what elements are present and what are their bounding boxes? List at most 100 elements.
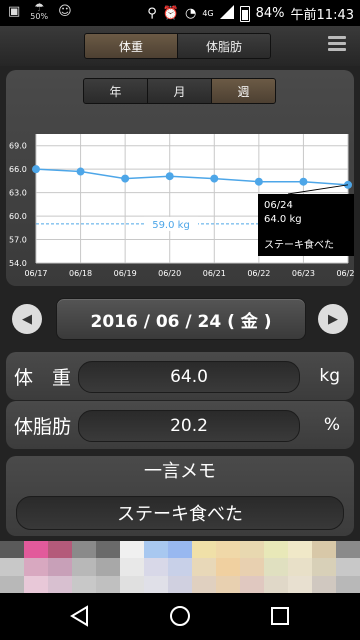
next-date-button[interactable]: ▶ (318, 304, 348, 334)
memo-panel: 一言メモ ステーキ食べた (6, 456, 354, 536)
ad-tile (0, 558, 24, 576)
x-tick-label: 06/18 (69, 269, 92, 278)
x-tick-label: 06/17 (24, 269, 47, 278)
ad-tile (24, 558, 48, 576)
navigation-bar (0, 593, 360, 640)
ad-tile (144, 575, 168, 593)
ad-tile (168, 558, 192, 576)
clock: 午前11:43 (290, 8, 354, 23)
data-point (32, 165, 40, 174)
y-tick-label: 57.0 (9, 236, 27, 245)
data-point (254, 177, 263, 186)
ad-tile (288, 575, 312, 593)
ad-tile (336, 575, 360, 593)
ad-banner[interactable] (0, 541, 360, 593)
data-point (299, 177, 308, 186)
back-triangle-icon[interactable] (67, 603, 93, 629)
android-icon: ☺ (58, 4, 72, 19)
ad-tile (312, 558, 336, 576)
weight-chart[interactable]: 54.0 57.0 60.0 63.0 66.0 69.0 06/17 06/18 06/19 0… (6, 70, 354, 286)
bodyfat-unit: % (323, 415, 340, 435)
bodyfat-label: 体脂肪 (14, 415, 72, 438)
bodyfat-input[interactable]: 20.2 (78, 410, 300, 442)
gallery-icon: ▣ (8, 4, 21, 19)
data-point (76, 167, 85, 176)
ad-tile (48, 575, 72, 593)
weight-row: 体 重 64.0 kg (6, 352, 354, 400)
recents-square-icon[interactable] (267, 603, 293, 629)
hamburger-icon[interactable] (328, 36, 346, 52)
ad-tile (288, 558, 312, 576)
ad-tile (192, 575, 216, 593)
chart-panel: 年 月 週 54.0 57.0 60.0 63.0 66.0 69.0 06/17 06/18… (6, 70, 354, 286)
ad-tile (240, 541, 264, 559)
ad-tile (120, 541, 144, 559)
ad-tile (168, 575, 192, 593)
network-label: 4G (202, 9, 214, 18)
data-point (210, 174, 219, 183)
bodyfat-row: 体脂肪 20.2 % (6, 401, 354, 449)
battery-percent: 84% (255, 6, 285, 21)
ad-tile (96, 575, 120, 593)
ad-tile (0, 541, 24, 559)
ad-tile (24, 575, 48, 593)
status-bar: ▣ ☂ 50% ☺ ⚲ ⏰ ◔ 4G 84% 午前11:43 (0, 0, 360, 26)
memo-title: 一言メモ (144, 461, 216, 482)
ad-tile (168, 541, 192, 559)
ad-tile (264, 541, 288, 559)
ad-tile (240, 575, 264, 593)
ad-tile (0, 575, 24, 593)
x-tick-label: 06/21 (203, 269, 226, 278)
home-circle-icon[interactable] (167, 603, 193, 629)
tooltip-weight: 64.0 kg (264, 214, 302, 225)
ad-tile (264, 575, 288, 593)
ad-tile (216, 541, 240, 559)
top-bar: 体重 体脂肪 (0, 26, 360, 66)
data-point (165, 172, 174, 181)
ad-tile (96, 541, 120, 559)
ad-tile (48, 558, 72, 576)
ad-tile (288, 541, 312, 559)
ad-tile (336, 558, 360, 576)
y-tick-label: 69.0 (9, 142, 27, 151)
tab-bodyfat[interactable]: 体脂肪 (178, 34, 270, 58)
ad-tile (72, 558, 96, 576)
x-tick-label: 06/20 (158, 269, 181, 278)
ad-tile (336, 541, 360, 559)
ad-tile (312, 575, 336, 593)
y-tick-label: 54.0 (9, 259, 27, 268)
x-tick-label: 06/22 (247, 269, 270, 278)
ad-tile (24, 541, 48, 559)
triangle-right-icon: ▶ (328, 311, 338, 327)
prev-date-button[interactable]: ◀ (12, 304, 42, 334)
wifi-icon: ◔ (184, 5, 197, 21)
tooltip-memo: ステーキ食べた (264, 238, 334, 251)
ad-tile (144, 541, 168, 559)
ad-tile (216, 558, 240, 576)
date-navigation: ◀ 2016 / 06 / 24 ( 金 ) ▶ (6, 294, 354, 346)
ad-tile (144, 558, 168, 576)
tab-weight[interactable]: 体重 (85, 34, 178, 58)
y-tick-label: 63.0 (9, 189, 27, 198)
weight-unit: kg (319, 366, 340, 386)
location-icon: ⚲ (147, 5, 157, 21)
ad-tile (120, 558, 144, 576)
memo-input[interactable]: ステーキ食べた (16, 496, 344, 530)
cell-signal-icon (219, 4, 234, 23)
alarm-icon: ⏰ (162, 5, 179, 21)
triangle-left-icon: ◀ (22, 311, 32, 327)
top-tabs: 体重 体脂肪 (84, 33, 271, 59)
current-date[interactable]: 2016 / 06 / 24 ( 金 ) (56, 298, 306, 340)
y-tick-label: 60.0 (9, 212, 27, 221)
weight-input[interactable]: 64.0 (78, 361, 300, 393)
ad-tile (72, 575, 96, 593)
ad-tile (240, 558, 264, 576)
target-label: 59.0 kg (152, 220, 190, 231)
ad-tile (192, 541, 216, 559)
data-point (121, 174, 130, 183)
ad-tile (120, 575, 144, 593)
ad-tile (72, 541, 96, 559)
x-tick-label: 06/24 (336, 269, 354, 278)
ad-tile (264, 558, 288, 576)
ad-tile (312, 541, 336, 559)
